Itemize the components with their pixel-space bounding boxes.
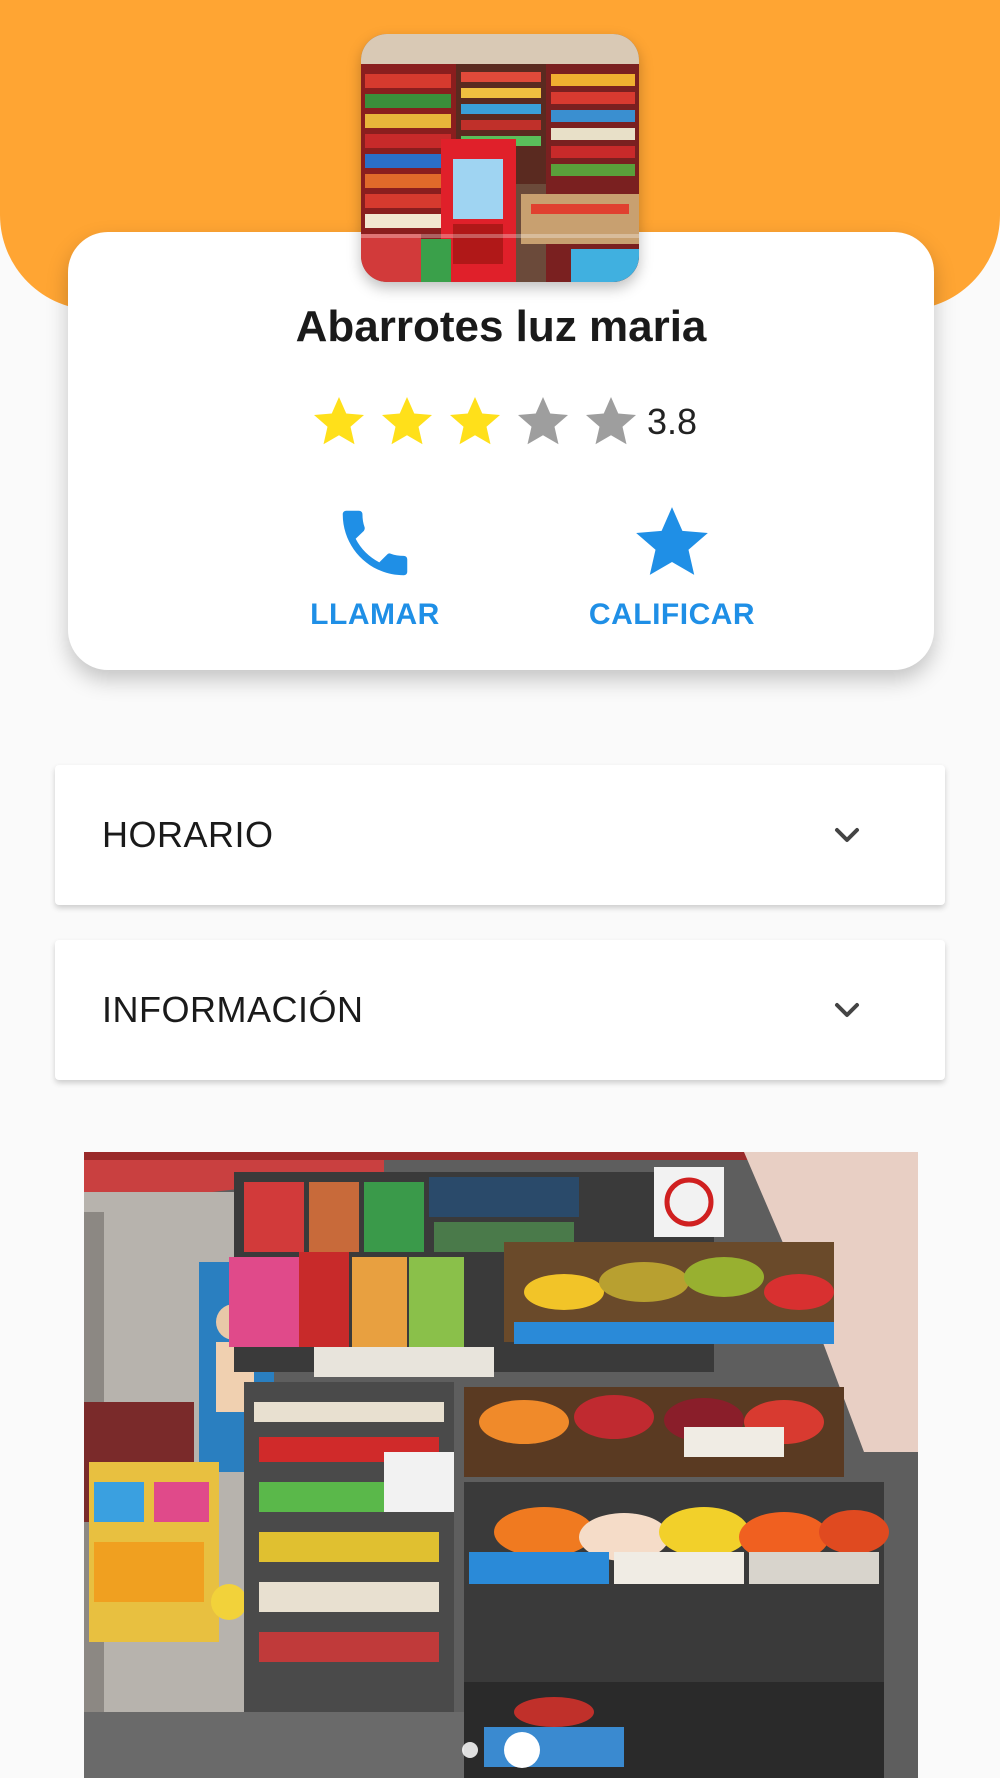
- call-button[interactable]: LLAMAR: [260, 500, 490, 632]
- info-title: INFORMACIÓN: [102, 989, 364, 1030]
- schedule-title: HORARIO: [102, 814, 274, 855]
- star-filled-icon: [381, 397, 432, 445]
- star-filled-icon: [313, 397, 364, 445]
- store-photo: [361, 34, 639, 282]
- store-detail-screen: Abarrotes luz maria 3.8 LLAMAR CALIFICAR…: [0, 0, 1000, 1778]
- star-empty-icon: [585, 397, 636, 445]
- chevron-down-icon: [835, 828, 859, 842]
- rate-button[interactable]: CALIFICAR: [557, 500, 787, 632]
- phone-icon: [342, 510, 408, 576]
- call-label: LLAMAR: [310, 598, 440, 631]
- chevron-down-icon: [835, 1003, 859, 1017]
- rating-row: 3.8: [68, 392, 934, 452]
- rate-label: CALIFICAR: [588, 598, 756, 631]
- carousel-indicator: [84, 1732, 918, 1768]
- photo-carousel[interactable]: [84, 1152, 918, 1778]
- store-info-card: Abarrotes luz maria 3.8 LLAMAR CALIFICAR: [68, 232, 934, 670]
- star-filled-icon: [449, 397, 500, 445]
- carousel-dot[interactable]: [462, 1742, 478, 1758]
- carousel-dot-active[interactable]: [504, 1732, 540, 1768]
- star-empty-icon: [517, 397, 568, 445]
- info-expansion-panel[interactable]: INFORMACIÓN: [55, 940, 945, 1080]
- rating-value: 3.8: [646, 401, 698, 442]
- store-name: Abarrotes luz maria: [295, 302, 707, 351]
- star-icon: [636, 507, 708, 575]
- schedule-expansion-panel[interactable]: HORARIO: [55, 765, 945, 905]
- storefront-photo: [84, 1152, 918, 1778]
